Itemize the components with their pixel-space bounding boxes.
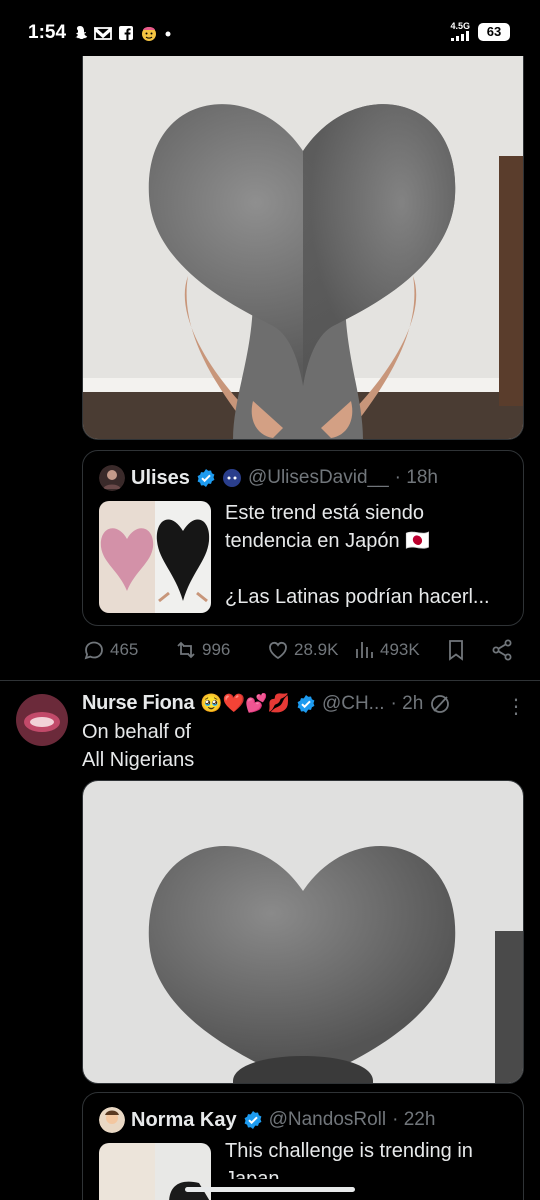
quoted-tweet-time: · 22h — [392, 1109, 436, 1130]
dot-icon — [164, 25, 172, 46]
snapchat-icon — [72, 25, 88, 46]
quoted-tweet-thumbnail[interactable] — [99, 501, 211, 613]
more-options-icon[interactable]: ⋮ — [506, 694, 526, 719]
quoted-thumbnail-image — [99, 501, 211, 613]
home-indicator[interactable] — [185, 1187, 355, 1192]
views-icon — [356, 642, 373, 658]
quoted-text-line: ¿Las Latinas podrían hacerl... — [225, 586, 490, 608]
battery-icon: 63 — [478, 22, 510, 41]
tweet-header: Nurse Fiona 🥹❤️💕💋 @CH... · 2h — [82, 692, 532, 715]
verified-badge-icon — [297, 694, 315, 713]
status-right: 4.5G 63 — [450, 22, 510, 41]
quoted-tweet[interactable]: Ulises @UlisesDavid__ · 18h Este trend e… — [82, 450, 524, 626]
share-button[interactable] — [490, 638, 514, 662]
tweet-text: On behalf of All Nigerians — [82, 718, 194, 774]
quoted-text-line: Japan — [225, 1168, 280, 1179]
views-button[interactable]: 493K — [352, 638, 420, 662]
quoted-tweet-time: · 18h — [394, 467, 438, 488]
quoted-tweet-header: Ulises @UlisesDavid__ · 18h — [99, 465, 438, 491]
tweet-media-image[interactable] — [82, 56, 524, 440]
signal-indicator: 4.5G — [450, 22, 470, 41]
quoted-tweet[interactable]: Norma Kay @NandosRoll · 22h This challen… — [82, 1092, 524, 1200]
emoji-icon — [140, 24, 158, 47]
quoted-author-handle: @NandosRoll — [268, 1109, 387, 1130]
view-count: 493K — [380, 640, 420, 659]
quoted-tweet-text: Este trend está siendo tendencia en Japó… — [225, 499, 515, 639]
tweet-text-line: All Nigerians — [82, 749, 195, 771]
quoted-text-line: tendencia en Japón 🇯🇵 — [225, 530, 431, 552]
author-name[interactable]: Nurse Fiona — [82, 692, 195, 715]
network-label: 4.5G — [450, 21, 470, 31]
repost-icon — [177, 641, 195, 659]
quoted-author-avatar[interactable] — [99, 465, 125, 491]
author-name-emojis: 🥹❤️💕💋 — [200, 693, 290, 713]
signal-icon — [451, 31, 469, 41]
tweet-time: · 2h — [390, 692, 424, 714]
grok-icon[interactable] — [429, 693, 451, 715]
tweet-media-image[interactable] — [82, 780, 524, 1084]
quoted-author-handle: @UlisesDavid__ — [247, 467, 389, 488]
cloud-emoji-icon — [222, 469, 241, 487]
share-icon — [492, 639, 512, 661]
author-handle[interactable]: @CH... — [322, 693, 385, 715]
quoted-author-name: Ulises — [131, 466, 190, 489]
verified-badge-icon — [197, 469, 215, 487]
bookmark-button[interactable] — [444, 638, 468, 662]
repost-button[interactable]: 996 — [174, 638, 230, 662]
quoted-author-avatar[interactable] — [99, 1107, 125, 1133]
repost-count: 996 — [202, 640, 231, 659]
notification-icons — [72, 24, 172, 47]
reply-button[interactable]: 465 — [82, 638, 138, 662]
media-photo-1 — [83, 56, 523, 439]
quoted-text-line: This challenge is trending in — [225, 1140, 473, 1162]
avatar-image — [16, 694, 68, 746]
tweet-action-bar: 465 996 28.9K 493K — [82, 638, 524, 668]
verified-badge-icon — [244, 1111, 262, 1129]
reply-count: 465 — [110, 640, 139, 659]
quoted-text-line: Este trend está siendo — [225, 502, 425, 524]
tweet-text-line: On behalf of — [82, 721, 191, 743]
status-time: 1:54 — [28, 22, 67, 43]
status-bar: 1:54 4.5G 63 — [0, 0, 540, 56]
media-photo-2 — [83, 781, 523, 1083]
like-button[interactable]: 28.9K — [266, 638, 338, 662]
facebook-icon — [118, 25, 134, 46]
bookmark-icon — [449, 640, 463, 661]
like-count: 28.9K — [294, 640, 339, 659]
mail-icon — [92, 25, 114, 46]
quoted-author-name: Norma Kay — [131, 1108, 237, 1131]
author-avatar[interactable] — [16, 694, 68, 746]
reply-icon — [84, 641, 103, 660]
tweet-divider — [0, 680, 540, 681]
heart-icon — [269, 641, 287, 660]
quoted-tweet-header: Norma Kay @NandosRoll · 22h — [99, 1107, 435, 1133]
